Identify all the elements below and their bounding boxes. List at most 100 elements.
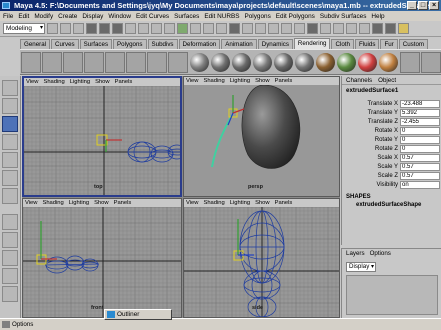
- minimize-button[interactable]: _: [407, 1, 417, 10]
- viewport-menu-lighting[interactable]: Lighting: [69, 199, 89, 207]
- shelf-tab-cloth[interactable]: Cloth: [331, 39, 354, 49]
- channel-attribute-row[interactable]: Rotate Y0: [342, 136, 441, 144]
- menu-create[interactable]: Create: [58, 13, 77, 20]
- shader-ball-icon[interactable]: [316, 52, 335, 72]
- viewport-menu-shading[interactable]: Shading: [42, 199, 63, 207]
- four-view-layout-icon[interactable]: [2, 232, 18, 248]
- snap-grid-icon[interactable]: [242, 23, 253, 34]
- hypershade-icon[interactable]: [400, 51, 420, 73]
- viewport-menu-show[interactable]: Show: [255, 77, 270, 85]
- menu-window[interactable]: Window: [108, 13, 131, 20]
- menu-set-selector[interactable]: Modeling: [3, 23, 45, 34]
- shader-ball-icon[interactable]: [295, 52, 314, 72]
- shader-ball-icon[interactable]: [337, 52, 356, 72]
- channel-attribute-value[interactable]: on: [400, 181, 440, 189]
- viewport-menu-view[interactable]: View: [25, 199, 37, 207]
- persp-manipulator-x[interactable]: [232, 108, 245, 114]
- menu-edit-curves[interactable]: Edit Curves: [136, 13, 169, 20]
- menu-file[interactable]: File: [3, 13, 13, 20]
- channel-attribute-value[interactable]: 0: [400, 145, 440, 153]
- volume-light-icon[interactable]: [168, 51, 188, 73]
- shader-ball-icon[interactable]: [379, 52, 398, 72]
- show-channel-box-icon[interactable]: [398, 23, 409, 34]
- viewport-menu-shading[interactable]: Shading: [203, 77, 224, 85]
- menu-modify[interactable]: Modify: [34, 13, 53, 20]
- viewport-menu-panels[interactable]: Panels: [114, 199, 132, 207]
- shader-ball-icon[interactable]: [358, 52, 377, 72]
- snap-point-icon[interactable]: [268, 23, 279, 34]
- mask-handles-icon[interactable]: [125, 23, 136, 34]
- channel-attribute-row[interactable]: Translate X -23.488: [342, 100, 441, 108]
- tab-layers[interactable]: Layers: [346, 249, 365, 258]
- viewport-menu-view[interactable]: View: [186, 77, 198, 85]
- manipulator-tool-icon[interactable]: [2, 170, 18, 186]
- shader-ball-icon[interactable]: [211, 52, 230, 72]
- point-light-icon[interactable]: [105, 51, 125, 73]
- new-scene-icon[interactable]: [47, 23, 58, 34]
- menu-polygons[interactable]: Polygons: [244, 13, 270, 20]
- lock-selection-icon[interactable]: [229, 23, 240, 34]
- menu-subdiv-surfaces[interactable]: Subdiv Surfaces: [320, 13, 367, 20]
- channel-attribute-row[interactable]: Translate Z -2.455: [342, 118, 441, 126]
- ambient-light-icon[interactable]: [63, 51, 83, 73]
- channel-attribute-row[interactable]: Rotate X0: [342, 127, 441, 135]
- menu-help[interactable]: Help: [371, 13, 384, 20]
- snap-view-plane-icon[interactable]: [281, 23, 292, 34]
- viewport-side[interactable]: View Shading Lighting Show Panels side: [183, 198, 340, 318]
- maximize-button[interactable]: □: [418, 1, 428, 10]
- last-tool-icon[interactable]: [2, 188, 18, 204]
- shelf-tab-subdivs[interactable]: Subdivs: [147, 39, 178, 49]
- rotate-tool-icon[interactable]: [2, 134, 18, 150]
- channel-attribute-value[interactable]: 0: [400, 136, 440, 144]
- menu-display[interactable]: Display: [82, 13, 103, 20]
- mask-deformations-icon[interactable]: [177, 23, 188, 34]
- mask-misc-icon[interactable]: [216, 23, 227, 34]
- layer-type-dropdown[interactable]: Display: [346, 262, 376, 272]
- shader-ball-icon[interactable]: [232, 52, 251, 72]
- viewport-front[interactable]: View Shading Lighting Show Panels front: [22, 198, 182, 318]
- show-attribute-editor-icon[interactable]: [372, 23, 383, 34]
- menu-surfaces[interactable]: Surfaces: [174, 13, 199, 20]
- hypershade-layout-icon[interactable]: [2, 286, 18, 302]
- tab-object[interactable]: Object: [378, 76, 396, 84]
- show-tool-settings-icon[interactable]: [385, 23, 396, 34]
- viewport-menu-show[interactable]: Show: [255, 199, 270, 207]
- select-tool-icon[interactable]: [2, 80, 18, 96]
- tab-channels[interactable]: Channels: [346, 76, 372, 84]
- channel-attribute-value[interactable]: -23.488: [400, 100, 440, 108]
- directional-light-icon[interactable]: [84, 51, 104, 73]
- shelf-tab-rendering[interactable]: Rendering: [293, 38, 331, 49]
- shelf-tab-custom[interactable]: Custom: [398, 39, 429, 49]
- shelf-tab-fluids[interactable]: Fluids: [354, 39, 380, 49]
- scale-tool-icon[interactable]: [2, 152, 18, 168]
- select-component-icon[interactable]: [112, 23, 123, 34]
- menu-edit[interactable]: Edit: [18, 13, 29, 20]
- render-icon[interactable]: [333, 23, 344, 34]
- camera-icon[interactable]: [21, 51, 41, 73]
- open-scene-icon[interactable]: [60, 23, 71, 34]
- mask-dynamics-icon[interactable]: [190, 23, 201, 34]
- spot-light-icon[interactable]: [126, 51, 146, 73]
- history-icon[interactable]: [307, 23, 318, 34]
- channel-attribute-value[interactable]: 0.57: [400, 163, 440, 171]
- shelf-tab-polygons[interactable]: Polygons: [113, 39, 147, 49]
- mask-rendering-icon[interactable]: [203, 23, 214, 34]
- single-view-layout-icon[interactable]: [2, 214, 18, 230]
- channel-attribute-value[interactable]: 0.57: [400, 172, 440, 180]
- mask-curves-icon[interactable]: [151, 23, 162, 34]
- shape-node-name[interactable]: extrudedSurfaceShape: [356, 202, 421, 208]
- graph-layout-icon[interactable]: [2, 268, 18, 284]
- channel-attribute-value[interactable]: 0: [400, 127, 440, 135]
- shelf-tab-fur[interactable]: Fur: [380, 39, 398, 49]
- ipr-render-icon[interactable]: [346, 23, 357, 34]
- viewport-menu-shading[interactable]: Shading: [43, 78, 64, 86]
- select-object-icon[interactable]: [99, 23, 110, 34]
- shelf-tab-curves[interactable]: Curves: [51, 39, 79, 49]
- snap-curve-icon[interactable]: [255, 23, 266, 34]
- taskbar-options[interactable]: Options: [0, 320, 33, 330]
- render-view-icon[interactable]: [320, 23, 331, 34]
- camera-aim-icon[interactable]: [42, 51, 62, 73]
- channel-attribute-row[interactable]: Translate Y 5.392: [342, 109, 441, 117]
- select-hierarchy-icon[interactable]: [86, 23, 97, 34]
- shelf-tab-dynamics[interactable]: Dynamics: [257, 39, 293, 49]
